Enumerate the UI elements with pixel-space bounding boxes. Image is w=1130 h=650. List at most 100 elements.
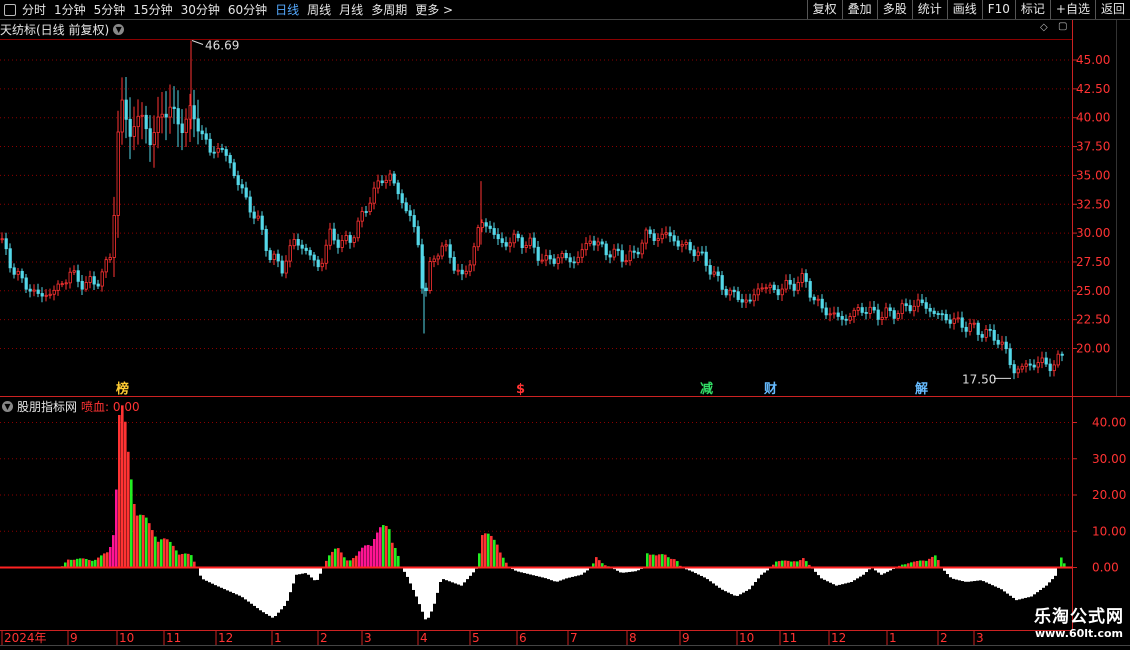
candle-down bbox=[672, 235, 676, 242]
indicator-bar-negative bbox=[1021, 567, 1024, 599]
candle-up bbox=[156, 116, 160, 133]
candle-down bbox=[364, 211, 368, 213]
candle-up bbox=[464, 270, 468, 275]
candle-up bbox=[468, 264, 472, 272]
indicator-bar-negative bbox=[424, 567, 427, 620]
period-tab-7[interactable]: 周线 bbox=[307, 1, 331, 18]
candle-down bbox=[860, 307, 864, 313]
toolbar-button-8[interactable]: 返回 bbox=[1094, 0, 1130, 19]
period-tab-10[interactable]: 更多 > bbox=[415, 1, 453, 18]
candle-up bbox=[1052, 364, 1056, 372]
time-axis-label: 6 bbox=[519, 631, 527, 645]
indicator-bar-positive bbox=[493, 539, 496, 568]
candle-up bbox=[540, 259, 544, 262]
indicator-bar-positive bbox=[367, 544, 370, 568]
candle-up bbox=[828, 313, 832, 316]
indicator-bar-positive bbox=[397, 555, 400, 568]
indicator-bar-negative bbox=[1039, 567, 1042, 590]
candle-down bbox=[296, 239, 300, 246]
time-axis-label: 10 bbox=[739, 631, 754, 645]
candle-down bbox=[888, 307, 892, 312]
indicator-bar-negative bbox=[463, 567, 466, 583]
candle-down bbox=[128, 118, 132, 137]
indicator-bar-negative bbox=[640, 567, 643, 569]
indicator-bar-positive bbox=[919, 560, 922, 568]
indicator-bar-positive bbox=[172, 545, 175, 568]
indicator-bar-positive bbox=[112, 535, 115, 568]
indicator-bar-negative bbox=[268, 567, 271, 616]
time-axis-label: 1 bbox=[889, 631, 897, 645]
candle-up bbox=[880, 317, 884, 320]
panel-toggle-icon[interactable] bbox=[4, 3, 16, 16]
candle-up bbox=[444, 244, 448, 247]
candle-up bbox=[984, 328, 988, 338]
indicator-bar-negative bbox=[229, 567, 232, 592]
toolbar-button-6[interactable]: 标记 bbox=[1014, 0, 1050, 19]
toolbar-button-1[interactable]: 叠加 bbox=[841, 0, 877, 19]
main-y-tick-label: 27.50 bbox=[1076, 255, 1110, 269]
toolbar-button-0[interactable]: 复权 bbox=[806, 0, 842, 19]
period-tab-3[interactable]: 15分钟 bbox=[133, 1, 172, 18]
indicator-bar-negative bbox=[301, 567, 304, 574]
candle-up bbox=[664, 232, 668, 235]
indicator-bar-positive bbox=[124, 421, 127, 568]
period-tab-2[interactable]: 5分钟 bbox=[94, 1, 126, 18]
indicator-bar-positive bbox=[901, 564, 904, 568]
indicator-bar-positive bbox=[793, 561, 796, 568]
indicator-bar-positive bbox=[334, 548, 337, 568]
period-tab-0[interactable]: 分时 bbox=[22, 1, 46, 18]
toolbar-button-7[interactable]: +自选 bbox=[1049, 0, 1095, 19]
indicator-bar-negative bbox=[220, 567, 223, 588]
period-tab-9[interactable]: 多周期 bbox=[371, 1, 407, 18]
candle-up bbox=[432, 258, 436, 262]
candle-up bbox=[684, 242, 688, 245]
period-tab-8[interactable]: 月线 bbox=[339, 1, 363, 18]
main-y-tick-label: 32.50 bbox=[1076, 197, 1110, 211]
candle-up bbox=[580, 249, 584, 258]
candle-up bbox=[108, 257, 112, 261]
indicator-bar-negative bbox=[1006, 567, 1009, 594]
toolbar-button-5[interactable]: F10 bbox=[981, 0, 1015, 19]
candle-down bbox=[40, 293, 44, 297]
candle-up bbox=[1000, 341, 1004, 345]
chevron-down-icon[interactable]: ▼ bbox=[113, 24, 125, 35]
candle-down bbox=[204, 133, 208, 140]
indicator-bar-positive bbox=[490, 535, 493, 568]
candle-down bbox=[276, 253, 280, 262]
period-tab-1[interactable]: 1分钟 bbox=[54, 1, 86, 18]
period-tab-5[interactable]: 60分钟 bbox=[228, 1, 267, 18]
indicator-bar-negative bbox=[961, 567, 964, 582]
event-marker: 解 bbox=[914, 381, 928, 397]
diamond-icon[interactable]: ◇ bbox=[1040, 22, 1048, 33]
chevron-down-icon[interactable]: ▼ bbox=[2, 401, 13, 412]
chart-labels: 45.0042.5040.0037.5035.0032.5030.0027.50… bbox=[4, 38, 1126, 645]
time-axis-label: 7 bbox=[570, 631, 578, 645]
toolbar-button-3[interactable]: 统计 bbox=[911, 0, 947, 19]
indicator-bar-negative bbox=[724, 567, 727, 592]
period-tab-6[interactable]: 日线 bbox=[275, 1, 299, 18]
candle-down bbox=[260, 215, 264, 230]
indicator-bar-positive bbox=[343, 557, 346, 568]
watermark-title: 乐淘公式网 bbox=[1034, 607, 1124, 627]
candle-down bbox=[1048, 363, 1052, 372]
indicator-bar-negative bbox=[748, 567, 751, 590]
indicator-bar-negative bbox=[535, 567, 538, 576]
period-tab-4[interactable]: 30分钟 bbox=[181, 1, 220, 18]
indicator-bar-positive bbox=[601, 563, 604, 568]
indicator-bar-negative bbox=[553, 567, 556, 582]
indicator-bar-positive bbox=[142, 515, 145, 568]
toolbar-button-4[interactable]: 画线 bbox=[946, 0, 982, 19]
time-axis-label: 3 bbox=[364, 631, 372, 645]
candle-down bbox=[92, 276, 96, 285]
restore-icon[interactable]: ▢ bbox=[1058, 21, 1067, 32]
indicator-bar-positive bbox=[127, 451, 130, 568]
sub-y-tick-label: 40.00 bbox=[1092, 416, 1126, 430]
candle-down bbox=[408, 210, 412, 216]
toolbar-button-2[interactable]: 多股 bbox=[876, 0, 912, 19]
indicator-bar-negative bbox=[625, 567, 628, 573]
indicator-bar-negative bbox=[286, 567, 289, 601]
indicator-bar-negative bbox=[862, 567, 865, 575]
indicator-bar-negative bbox=[427, 567, 430, 618]
candle-down bbox=[552, 258, 556, 264]
indicator-bar-negative bbox=[421, 567, 424, 612]
